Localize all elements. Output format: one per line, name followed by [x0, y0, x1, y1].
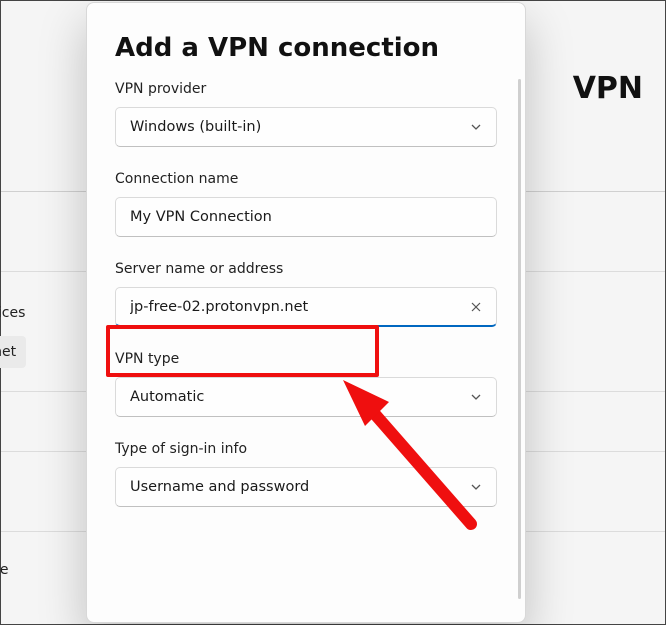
server-address-input[interactable] [130, 288, 454, 325]
connection-name-input[interactable] [130, 198, 454, 236]
dialog-scrollbar[interactable] [518, 79, 521, 599]
chevron-down-icon [470, 121, 482, 133]
clear-icon[interactable] [470, 301, 482, 313]
dialog-title: Add a VPN connection [115, 33, 497, 63]
field-vpn-provider: VPN provider Windows (built-in) [115, 81, 497, 147]
sidebar-item-storage[interactable]: ge [0, 556, 19, 584]
vpn-provider-label: VPN provider [115, 81, 497, 97]
sidebar-fragment: nt evices ernet ge [1, 1, 61, 624]
vpn-provider-select[interactable]: Windows (built-in) [115, 107, 497, 147]
connection-name-label: Connection name [115, 171, 497, 187]
field-server-address: Server name or address [115, 261, 497, 327]
page-title: VPN [573, 71, 643, 106]
signin-info-select[interactable]: Username and password [115, 467, 497, 507]
field-vpn-type: VPN type Automatic [115, 351, 497, 417]
vpn-type-label: VPN type [115, 351, 497, 367]
chevron-down-icon [470, 391, 482, 403]
connection-name-input-wrap[interactable] [115, 197, 497, 237]
chevron-down-icon [470, 481, 482, 493]
field-signin-info: Type of sign-in info Username and passwo… [115, 441, 497, 507]
sidebar-item-devices[interactable]: evices [0, 299, 35, 327]
add-vpn-dialog: Add a VPN connection VPN provider Window… [86, 2, 526, 623]
vpn-type-select[interactable]: Automatic [115, 377, 497, 417]
server-address-input-wrap[interactable] [115, 287, 497, 327]
vpn-type-value: Automatic [130, 389, 204, 405]
field-connection-name: Connection name [115, 171, 497, 237]
signin-info-label: Type of sign-in info [115, 441, 497, 457]
server-address-label: Server name or address [115, 261, 497, 277]
vpn-provider-value: Windows (built-in) [130, 119, 261, 135]
sidebar-item-network[interactable]: ernet [0, 336, 26, 368]
signin-info-value: Username and password [130, 479, 309, 495]
